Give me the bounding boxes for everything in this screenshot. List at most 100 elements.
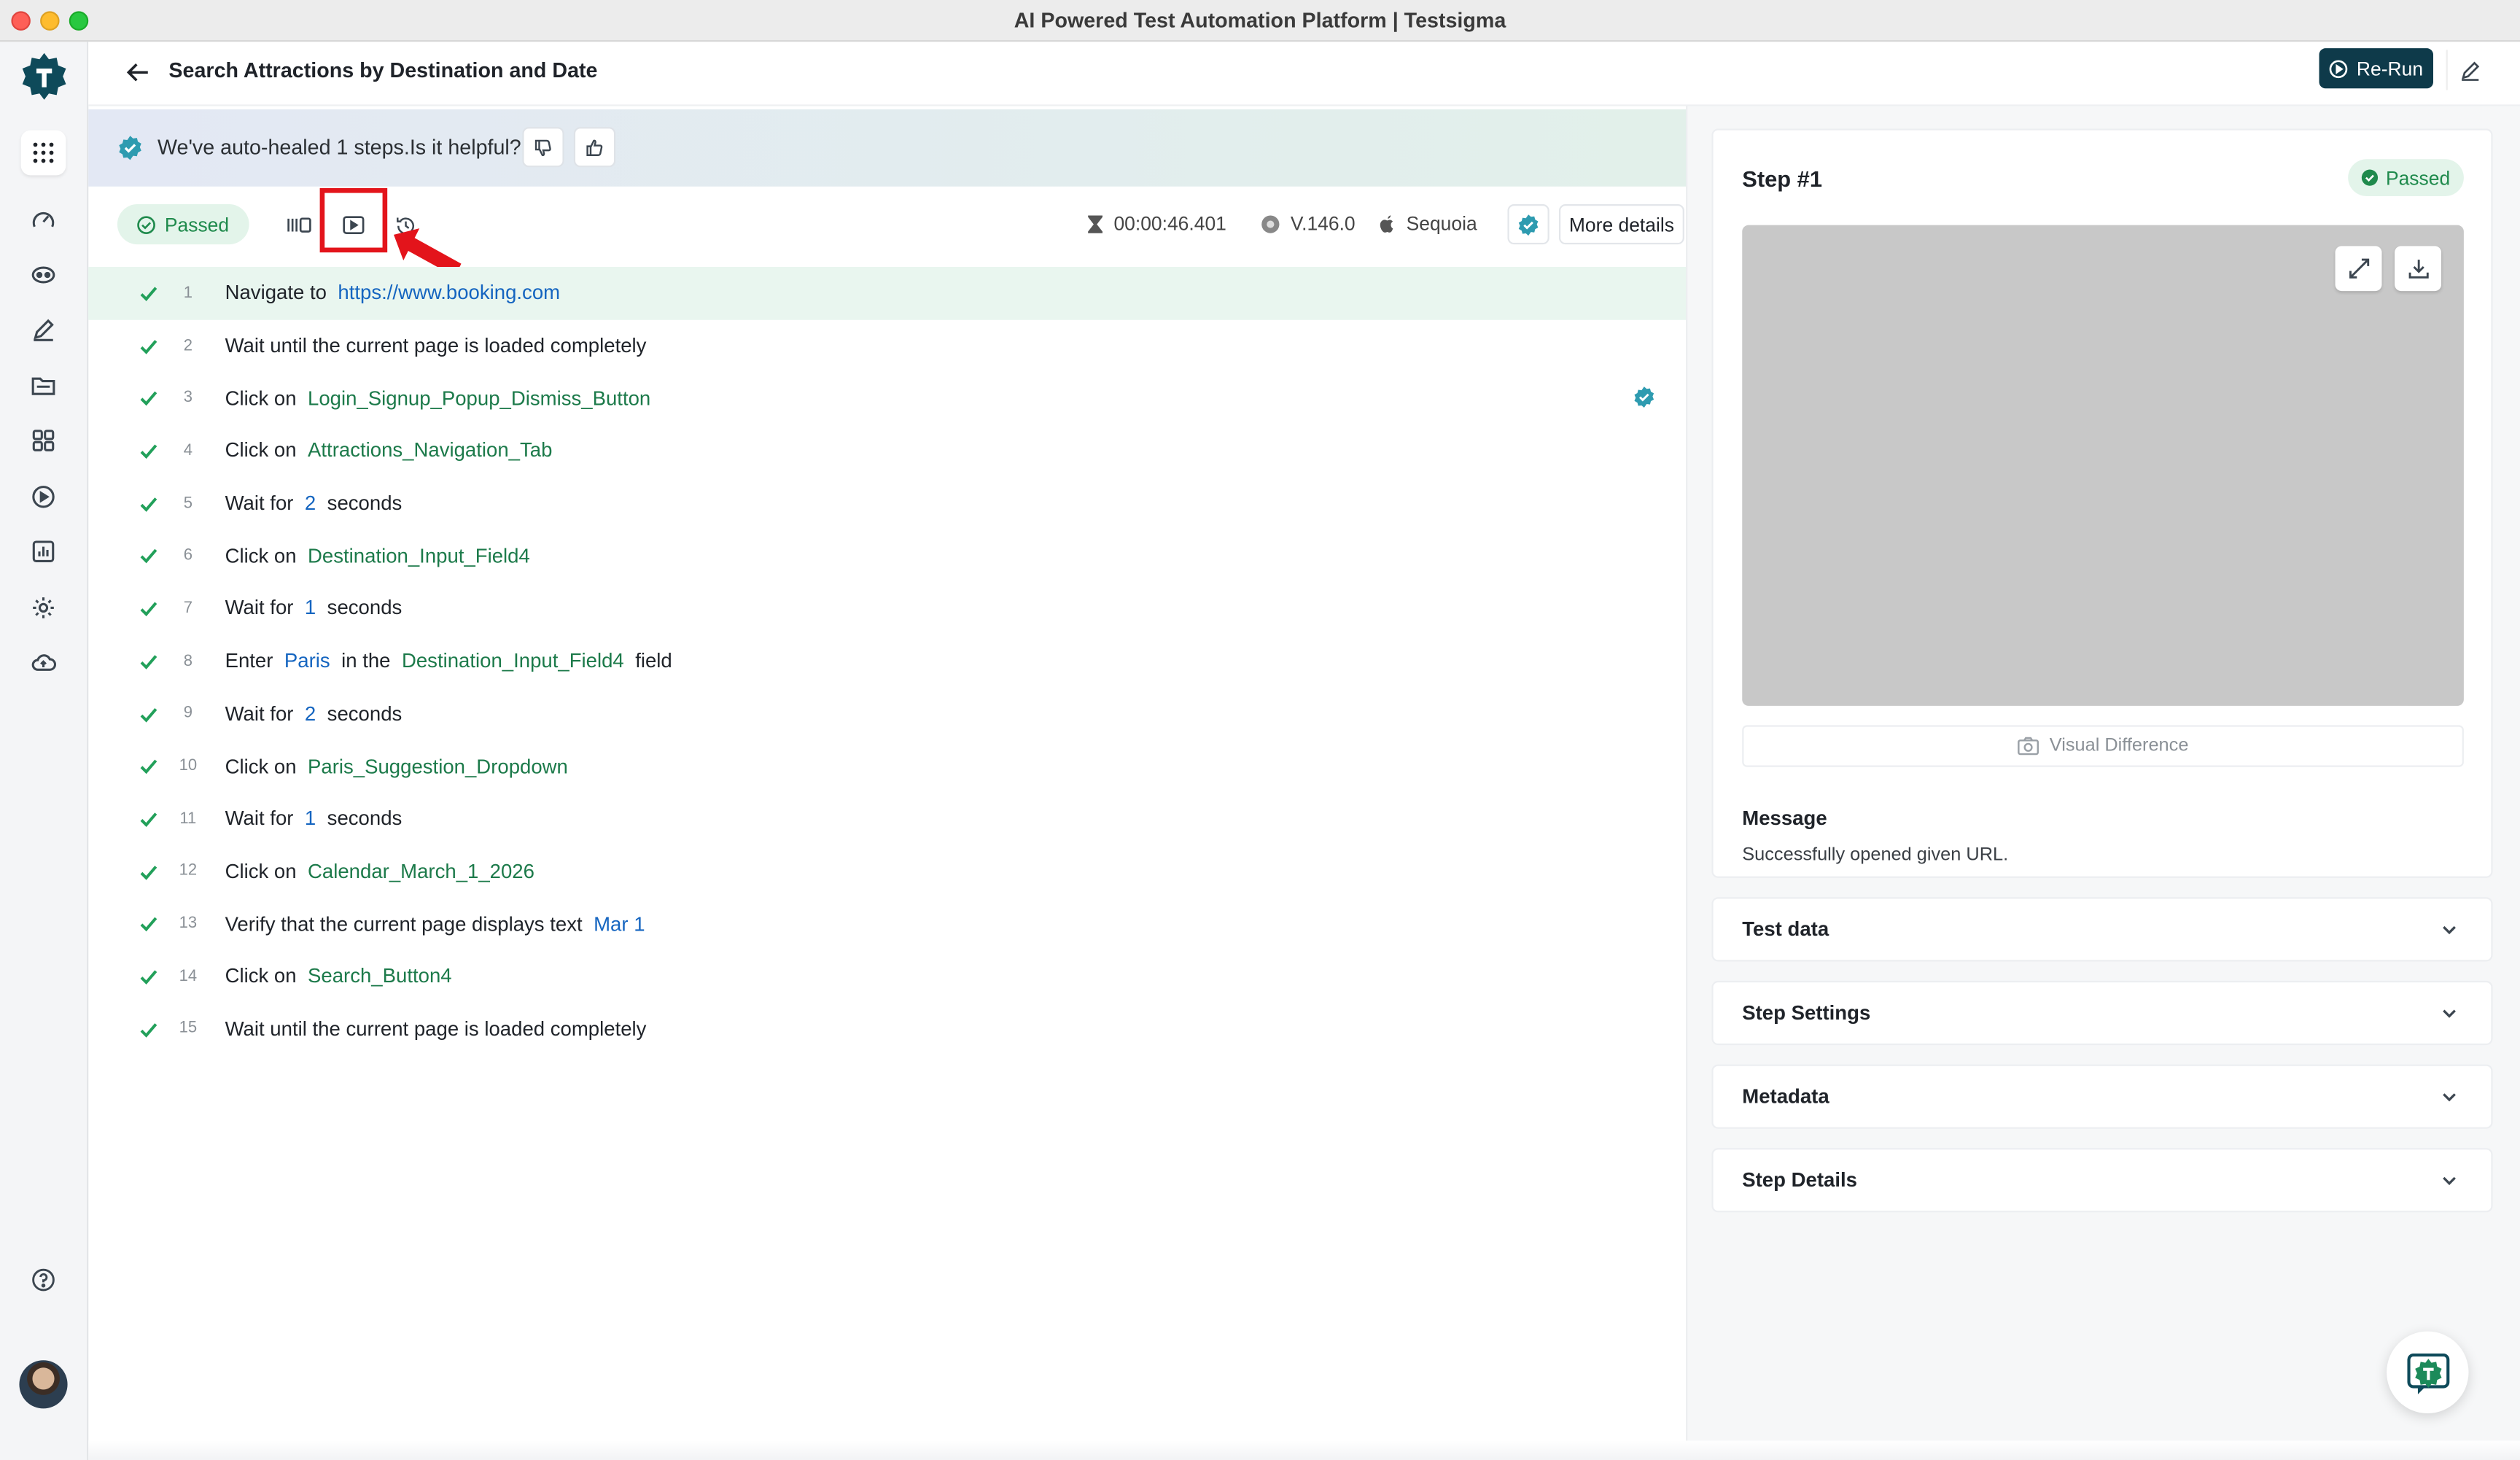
auto-heal-badge-icon bbox=[1518, 214, 1539, 236]
auto-heal-badge-icon bbox=[1634, 387, 1654, 408]
step-value: 2 bbox=[304, 702, 316, 726]
step-row[interactable]: 8 Enter Paris in the Destination_Input_Field… bbox=[88, 634, 1686, 687]
step-action-text: Enter bbox=[225, 650, 273, 672]
check-circle-icon bbox=[2362, 169, 2379, 186]
play-circle-icon bbox=[2330, 59, 2348, 78]
check-icon bbox=[140, 759, 158, 774]
settings-gear-icon[interactable] bbox=[21, 586, 66, 631]
step-number: 7 bbox=[183, 599, 193, 618]
step-text: Wait for 1 seconds bbox=[225, 807, 413, 830]
step-element[interactable]: Search_Button4 bbox=[308, 966, 452, 988]
accordion-step-details[interactable]: Step Details bbox=[1711, 1148, 2493, 1213]
step-text: Click on Calendar_March_1_2026 bbox=[225, 860, 546, 882]
step-number: 6 bbox=[183, 547, 193, 565]
step-row[interactable]: 11 Wait for 1 seconds bbox=[88, 793, 1686, 845]
edit-test-button[interactable] bbox=[2446, 50, 2492, 90]
app-window: AI Powered Test Automation Platform | Te… bbox=[0, 0, 2520, 1460]
step-row[interactable]: 4 Click on Attractions_Navigation_Tab bbox=[88, 424, 1686, 477]
apps-grid-icon[interactable] bbox=[20, 130, 66, 176]
check-icon bbox=[140, 1022, 158, 1037]
rerun-button[interactable]: Re-Run bbox=[2319, 48, 2434, 89]
step-action-text: seconds bbox=[327, 702, 402, 726]
step-element[interactable]: Destination_Input_Field4 bbox=[402, 650, 624, 672]
back-arrow-icon[interactable] bbox=[124, 58, 153, 87]
check-circle-icon bbox=[138, 215, 156, 233]
browser-version-readout: V.146.0 bbox=[1260, 212, 1356, 235]
step-element[interactable]: Paris_Suggestion_Dropdown bbox=[308, 755, 568, 777]
accordion-label: Metadata bbox=[1742, 1085, 1829, 1108]
user-avatar[interactable] bbox=[19, 1360, 68, 1409]
step-screenshot[interactable] bbox=[1742, 225, 2464, 706]
run-toolbar: Passed 00:00:46.401 V.146.0 Sequoia More… bbox=[88, 187, 1686, 277]
step-element[interactable]: Login_Signup_Popup_Dismiss_Button bbox=[308, 387, 650, 410]
step-row[interactable]: 9 Wait for 2 seconds bbox=[88, 688, 1686, 740]
modules-grid-icon[interactable] bbox=[21, 418, 66, 463]
step-view-toggle-button[interactable] bbox=[281, 207, 316, 243]
step-row[interactable]: 7 Wait for 1 seconds bbox=[88, 582, 1686, 634]
visual-difference-label: Visual Difference bbox=[2049, 736, 2189, 756]
auto-heal-filter-button[interactable] bbox=[1507, 204, 1549, 245]
accordion-test-data[interactable]: Test data bbox=[1711, 897, 2493, 962]
step-number: 15 bbox=[179, 1020, 198, 1038]
run-status-label: Passed bbox=[164, 213, 230, 236]
assistant-chat-button[interactable] bbox=[2387, 1331, 2469, 1414]
testsigma-logo-icon[interactable] bbox=[19, 52, 69, 101]
step-element[interactable]: Attractions_Navigation_Tab bbox=[308, 440, 552, 462]
step-number: 5 bbox=[183, 494, 193, 513]
step-row[interactable]: 15 Wait until the current page is loaded … bbox=[88, 1003, 1686, 1055]
step-row[interactable]: 1 Navigate to https://www.booking.com bbox=[88, 266, 1687, 320]
chevron-down-icon bbox=[2443, 1009, 2456, 1018]
step-row[interactable]: 12 Click on Calendar_March_1_2026 bbox=[88, 845, 1686, 898]
run-play-icon[interactable] bbox=[21, 474, 66, 519]
step-action-text: seconds bbox=[327, 597, 402, 620]
step-text: Wait until the current page is loaded co… bbox=[225, 1018, 658, 1041]
step-title: Step #1 bbox=[1742, 166, 1823, 192]
step-action-text: Verify that the current page displays te… bbox=[225, 912, 583, 936]
step-text: Wait for 1 seconds bbox=[225, 597, 413, 620]
step-element[interactable]: Calendar_March_1_2026 bbox=[308, 860, 534, 882]
chevron-down-icon bbox=[2443, 1176, 2456, 1186]
step-row[interactable]: 6 Click on Destination_Input_Field4 bbox=[88, 529, 1686, 582]
cloud-upload-icon[interactable] bbox=[21, 640, 66, 686]
more-details-button[interactable]: More details bbox=[1558, 204, 1684, 245]
reports-chart-icon[interactable] bbox=[21, 529, 66, 574]
visual-difference-button[interactable]: Visual Difference bbox=[1742, 725, 2464, 767]
step-row[interactable]: 2 Wait until the current page is loaded c… bbox=[88, 319, 1686, 372]
download-screenshot-button[interactable] bbox=[2395, 246, 2442, 292]
step-action-text: Wait for bbox=[225, 492, 294, 515]
folder-icon[interactable] bbox=[21, 363, 66, 408]
step-row[interactable]: 5 Wait for 2 seconds bbox=[88, 477, 1686, 529]
check-icon bbox=[140, 812, 158, 827]
dashboard-gauge-icon[interactable] bbox=[21, 198, 66, 243]
expand-screenshot-button[interactable] bbox=[2335, 246, 2382, 292]
step-value: Mar 1 bbox=[594, 912, 645, 936]
step-row[interactable]: 14 Click on Search_Button4 bbox=[88, 950, 1686, 1003]
edit-pencil-icon[interactable] bbox=[21, 307, 66, 352]
thumbs-up-button[interactable] bbox=[573, 127, 616, 168]
check-icon bbox=[140, 970, 158, 985]
step-number: 14 bbox=[179, 967, 198, 986]
step-number: 9 bbox=[183, 704, 193, 723]
step-row[interactable]: 13 Verify that the current page displays … bbox=[88, 898, 1686, 950]
step-row[interactable]: 10 Click on Paris_Suggestion_Dropdown bbox=[88, 740, 1686, 793]
thumbs-down-icon bbox=[534, 139, 551, 155]
step-text: Click on Search_Button4 bbox=[225, 966, 463, 988]
step-value: 1 bbox=[304, 597, 316, 620]
step-action-text: Click on bbox=[225, 439, 297, 462]
check-icon bbox=[140, 602, 158, 617]
help-icon[interactable] bbox=[21, 1257, 66, 1302]
step-action-text: seconds bbox=[327, 807, 402, 831]
step-text: Click on Destination_Input_Field4 bbox=[225, 545, 542, 567]
ai-agent-icon[interactable] bbox=[21, 252, 66, 298]
accordion-metadata[interactable]: Metadata bbox=[1711, 1064, 2493, 1129]
step-element[interactable]: Destination_Input_Field4 bbox=[308, 545, 530, 567]
thumbs-down-button[interactable] bbox=[522, 127, 564, 168]
step-text: Wait for 2 seconds bbox=[225, 492, 413, 515]
browser-icon bbox=[1261, 214, 1280, 233]
step-url-link[interactable]: https://www.booking.com bbox=[338, 282, 560, 305]
step-value: 1 bbox=[304, 807, 316, 831]
step-row[interactable]: 3 Click on Login_Signup_Popup_Dismiss_Butt… bbox=[88, 372, 1686, 424]
accordion-step-settings[interactable]: Step Settings bbox=[1711, 980, 2493, 1046]
check-icon bbox=[140, 865, 158, 880]
rerun-label: Re-Run bbox=[2356, 57, 2424, 80]
